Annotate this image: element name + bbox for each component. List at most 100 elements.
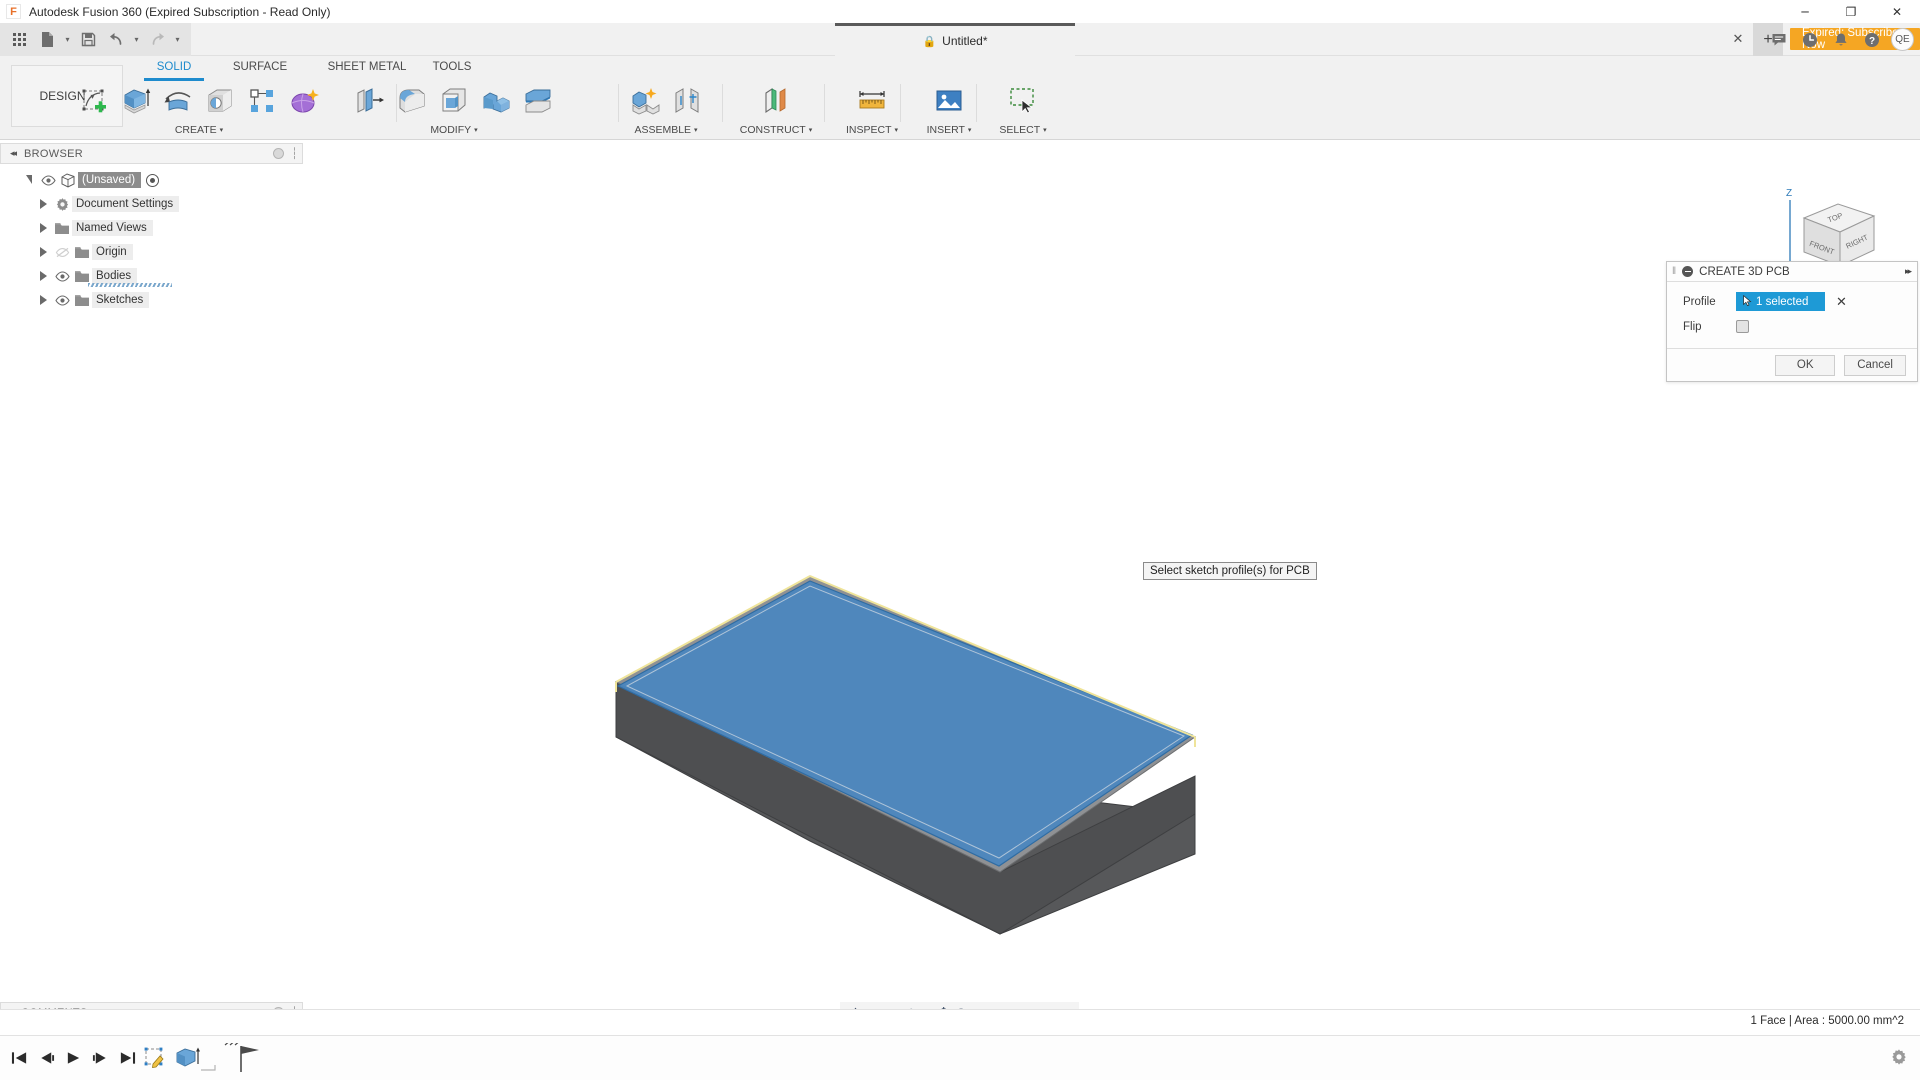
profile-selection-chip[interactable]: 1 selected [1736, 292, 1825, 311]
expand-arrow-icon[interactable] [34, 295, 52, 305]
redo-icon[interactable] [144, 27, 170, 53]
tab-solid[interactable]: SOLID [144, 56, 204, 78]
window-selection-icon[interactable] [1002, 80, 1044, 122]
panel-create-label[interactable]: CREATE ▾ [175, 122, 223, 138]
save-icon[interactable] [75, 27, 101, 53]
dialog-grip-icon[interactable]: ‖ [1672, 266, 1676, 277]
ok-button[interactable]: OK [1775, 355, 1835, 376]
profile-selection-value: 1 selected [1756, 296, 1808, 308]
panel-modify-label[interactable]: MODIFY ▾ [430, 122, 477, 138]
tab-surface[interactable]: SURFACE [221, 56, 299, 78]
shell-icon[interactable] [433, 80, 475, 122]
expand-arrow-icon[interactable] [34, 271, 52, 281]
undo-icon[interactable] [103, 27, 129, 53]
insert-mcmaster-icon[interactable] [928, 80, 970, 122]
visibility-eye-icon[interactable] [38, 175, 58, 186]
new-document-caret-icon[interactable]: ▾ [62, 27, 73, 53]
expand-arrow-icon[interactable] [20, 176, 38, 185]
visibility-eye-icon[interactable] [52, 295, 72, 306]
chevron-down-icon: ▾ [474, 126, 478, 134]
help-icon[interactable]: ? [1860, 28, 1884, 52]
panel-select-label[interactable]: SELECT ▾ [999, 122, 1046, 138]
press-pull-icon[interactable] [349, 80, 391, 122]
lock-icon: 🔒 [922, 35, 936, 48]
timeline-settings-gear-icon[interactable] [1890, 1048, 1910, 1068]
visibility-eye-icon[interactable] [52, 271, 72, 282]
window-title: Autodesk Fusion 360 (Expired Subscriptio… [29, 5, 330, 19]
timeline-sketch-icon[interactable] [139, 1043, 171, 1073]
browser-minimize-icon[interactable] [273, 148, 284, 159]
browser-item-origin[interactable]: Origin [0, 240, 303, 264]
browser-item-document-settings[interactable]: Document Settings [0, 192, 303, 216]
app-grid-icon[interactable] [6, 27, 32, 53]
flip-checkbox[interactable] [1736, 320, 1749, 333]
ribbon-divider [900, 84, 901, 122]
extrude-icon[interactable] [115, 80, 157, 122]
folder-icon [72, 246, 92, 259]
undo-caret-icon[interactable]: ▾ [131, 27, 142, 53]
timeline-marker[interactable] [201, 1043, 276, 1073]
panel-assemble: ASSEMBLE ▾ [622, 80, 710, 138]
panel-select-title: SELECT [999, 124, 1040, 136]
browser-collapse-icon[interactable]: ◂◂ [10, 148, 15, 159]
browser-item-unsaved[interactable]: (Unsaved) [0, 168, 303, 192]
hole-icon[interactable] [199, 80, 241, 122]
create-3d-pcb-dialog[interactable]: ‖ CREATE 3D PCB ▸▸ Profile 1 selected ✕ … [1666, 261, 1918, 382]
browser-resize-grip[interactable]: ┆ [291, 147, 298, 160]
fillet-icon[interactable] [391, 80, 433, 122]
browser-item-named-views[interactable]: Named Views [0, 216, 303, 240]
minimize-button[interactable]: ─ [1782, 0, 1828, 23]
chevron-down-icon: ▾ [895, 126, 899, 134]
split-face-icon[interactable] [517, 80, 559, 122]
new-component-icon[interactable] [624, 80, 666, 122]
revolve-icon[interactable] [157, 80, 199, 122]
tab-tools[interactable]: TOOLS [424, 56, 480, 78]
combine-icon[interactable] [475, 80, 517, 122]
jump-to-beginning-icon[interactable] [6, 1046, 32, 1070]
dialog-body: Profile 1 selected ✕ Flip [1667, 282, 1917, 348]
play-icon[interactable] [60, 1046, 86, 1070]
visibility-eye-off-icon[interactable] [52, 247, 72, 258]
jump-to-end-icon[interactable] [114, 1046, 140, 1070]
panel-assemble-label[interactable]: ASSEMBLE ▾ [634, 122, 697, 138]
expand-arrow-icon[interactable] [34, 199, 52, 209]
cancel-button[interactable]: Cancel [1844, 355, 1906, 376]
timeline-extrude-icon[interactable] [171, 1043, 203, 1073]
offset-plane-icon[interactable] [755, 80, 797, 122]
panel-select: SELECT ▾ [980, 80, 1066, 138]
expand-arrow-icon[interactable] [34, 247, 52, 257]
measure-icon[interactable] [851, 80, 893, 122]
panel-construct-label[interactable]: CONSTRUCT ▾ [740, 122, 812, 138]
chevron-down-icon: ▾ [220, 126, 224, 134]
dialog-title-bar[interactable]: ‖ CREATE 3D PCB ▸▸ [1667, 262, 1917, 282]
panel-insert-label[interactable]: INSERT ▾ [927, 122, 972, 138]
create-sketch-icon[interactable] [73, 80, 115, 122]
form-icon[interactable] [283, 80, 325, 122]
expand-arrow-icon[interactable] [34, 223, 52, 233]
chevron-down-icon: ▾ [1043, 126, 1047, 134]
new-document-icon[interactable] [34, 27, 60, 53]
tab-sheet-metal[interactable]: SHEET METAL [314, 56, 420, 78]
clear-selection-icon[interactable]: ✕ [1836, 294, 1847, 310]
browser-item-sketches[interactable]: Sketches [0, 288, 303, 312]
close-button[interactable]: ✕ [1874, 0, 1920, 23]
panel-construct-title: CONSTRUCT [740, 124, 806, 136]
recent-activity-icon[interactable] [1798, 28, 1822, 52]
maximize-button[interactable]: ❐ [1828, 0, 1874, 23]
notifications-bell-icon[interactable] [1829, 28, 1853, 52]
dialog-expand-icon[interactable]: ▸▸ [1905, 266, 1910, 277]
joint-icon[interactable] [666, 80, 708, 122]
browser-item-bodies[interactable]: Bodies [0, 264, 303, 288]
document-tab-close-icon[interactable]: ✕ [1728, 29, 1748, 49]
browser-tree: (Unsaved) Document Settings Named Views … [0, 168, 303, 312]
step-back-icon[interactable] [33, 1046, 59, 1070]
comments-icon[interactable] [1767, 28, 1791, 52]
collapse-icon[interactable] [1682, 266, 1693, 277]
redo-caret-icon[interactable]: ▾ [172, 27, 183, 53]
panel-inspect-label[interactable]: INSPECT ▾ [846, 122, 898, 138]
document-tab-untitled[interactable]: 🔒 Untitled* [835, 23, 1075, 56]
step-forward-icon[interactable] [87, 1046, 113, 1070]
avatar[interactable]: QE [1891, 28, 1914, 51]
activate-component-radio[interactable] [146, 174, 159, 187]
pattern-icon[interactable] [241, 80, 283, 122]
